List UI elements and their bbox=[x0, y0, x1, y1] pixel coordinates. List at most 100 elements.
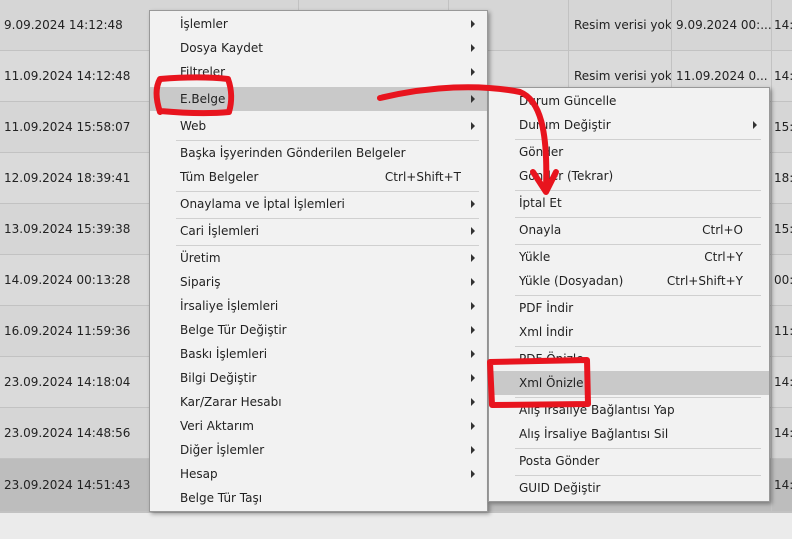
menu-item-label: Belge Tür Değiştir bbox=[180, 323, 287, 337]
time-cell: 14: bbox=[771, 357, 792, 407]
menu-item-e-belge[interactable]: E.Belge bbox=[150, 87, 487, 111]
submenu-item-gonder-tekrar[interactable]: Gönder (Tekrar) bbox=[489, 164, 769, 188]
menu-item-label: Sipariş bbox=[180, 275, 221, 289]
menu-item-label: Belge Tür Taşı bbox=[180, 491, 263, 505]
chevron-right-icon bbox=[471, 326, 475, 334]
time-cell: 14: bbox=[771, 0, 792, 50]
submenu-item-gonder[interactable]: Gönder bbox=[489, 140, 769, 164]
shortcut-text: Ctrl+O bbox=[702, 223, 743, 237]
e-belge-submenu: Durum Güncelle Durum Değiştir Gönder Gön… bbox=[488, 87, 770, 502]
chevron-right-icon bbox=[471, 95, 475, 103]
menu-item-belge-tur-tasi[interactable]: Belge Tür Taşı bbox=[150, 486, 487, 510]
shortcut-text: Ctrl+Shift+Y bbox=[666, 274, 743, 288]
chevron-right-icon bbox=[471, 68, 475, 76]
submenu-item-durum-degistir[interactable]: Durum Değiştir bbox=[489, 113, 769, 137]
menu-item-baski-islemleri[interactable]: Baskı İşlemleri bbox=[150, 342, 487, 366]
menu-item-label: Xml Önizle bbox=[519, 376, 584, 390]
menu-item-cari-islemleri[interactable]: Cari İşlemleri bbox=[150, 219, 487, 243]
grid-footer bbox=[0, 512, 792, 539]
submenu-item-alis-irsaliye-yap[interactable]: Alış İrsaliye Bağlantısı Yap bbox=[489, 398, 769, 422]
menu-item-baska-isyeri[interactable]: Başka İşyerinden Gönderilen Belgeler bbox=[150, 141, 487, 165]
menu-item-label: Diğer İşlemler bbox=[180, 443, 265, 457]
menu-item-veri-aktarim[interactable]: Veri Aktarım bbox=[150, 414, 487, 438]
menu-item-onaylama-iptal[interactable]: Onaylama ve İptal İşlemleri bbox=[150, 192, 487, 216]
submenu-item-pdf-onizle[interactable]: PDF Önizle bbox=[489, 347, 769, 371]
date2-cell: 9.09.2024 00:... bbox=[671, 0, 771, 50]
chevron-right-icon bbox=[471, 350, 475, 358]
chevron-right-icon bbox=[471, 374, 475, 382]
context-menu: İşlemler Dosya Kaydet Filtreler E.Belge … bbox=[149, 10, 488, 512]
chevron-right-icon bbox=[753, 121, 757, 129]
date-cell: 12.09.2024 18:39:41 bbox=[4, 171, 131, 185]
menu-item-label: Xml İndir bbox=[519, 325, 574, 339]
date-cell: 23.09.2024 14:48:56 bbox=[4, 426, 131, 440]
menu-item-label: Dosya Kaydet bbox=[180, 41, 263, 55]
menu-item-belge-tur-degistir[interactable]: Belge Tür Değiştir bbox=[150, 318, 487, 342]
chevron-right-icon bbox=[471, 254, 475, 262]
menu-item-uretim[interactable]: Üretim bbox=[150, 246, 487, 270]
menu-item-label: İptal Et bbox=[519, 196, 562, 210]
menu-item-islemler[interactable]: İşlemler bbox=[150, 12, 487, 36]
submenu-item-pdf-indir[interactable]: PDF İndir bbox=[489, 296, 769, 320]
menu-item-label: Web bbox=[180, 119, 207, 133]
menu-item-bilgi-degistir[interactable]: Bilgi Değiştir bbox=[150, 366, 487, 390]
submenu-item-guid-degistir[interactable]: GUID Değiştir bbox=[489, 476, 769, 500]
menu-item-tum-belgeler[interactable]: Tüm Belgeler Ctrl+Shift+T bbox=[150, 165, 487, 189]
time-cell: 00: bbox=[771, 255, 792, 305]
menu-item-label: Yükle bbox=[519, 250, 551, 264]
menu-item-kar-zarar[interactable]: Kar/Zarar Hesabı bbox=[150, 390, 487, 414]
menu-item-label: PDF İndir bbox=[519, 301, 574, 315]
menu-item-irsaliye-islemleri[interactable]: İrsaliye İşlemleri bbox=[150, 294, 487, 318]
time-cell: 14: bbox=[771, 51, 792, 101]
submenu-item-xml-onizle[interactable]: Xml Önizle bbox=[489, 371, 769, 395]
date-cell: 16.09.2024 11:59:36 bbox=[4, 324, 131, 338]
chevron-right-icon bbox=[471, 398, 475, 406]
menu-item-label: Filtreler bbox=[180, 65, 226, 79]
submenu-item-durum-guncelle[interactable]: Durum Güncelle bbox=[489, 89, 769, 113]
menu-item-label: Gönder bbox=[519, 145, 564, 159]
chevron-right-icon bbox=[471, 20, 475, 28]
menu-item-label: İşlemler bbox=[180, 17, 228, 31]
menu-item-filtreler[interactable]: Filtreler bbox=[150, 60, 487, 84]
chevron-right-icon bbox=[471, 122, 475, 130]
menu-item-label: Alış İrsaliye Bağlantısı Sil bbox=[519, 427, 669, 441]
submenu-item-xml-indir[interactable]: Xml İndir bbox=[489, 320, 769, 344]
menu-item-label: Cari İşlemleri bbox=[180, 224, 259, 238]
menu-item-hesap[interactable]: Hesap bbox=[150, 462, 487, 486]
menu-item-label: E.Belge bbox=[180, 92, 226, 106]
menu-item-label: Tüm Belgeler bbox=[180, 170, 259, 184]
menu-item-label: Başka İşyerinden Gönderilen Belgeler bbox=[180, 146, 406, 160]
submenu-item-iptal-et[interactable]: İptal Et bbox=[489, 191, 769, 215]
submenu-item-onayla[interactable]: Onayla Ctrl+O bbox=[489, 218, 769, 242]
image-cell: Resim verisi yok bbox=[568, 0, 671, 50]
menu-item-label: PDF Önizle bbox=[519, 352, 584, 366]
menu-item-diger-islemler[interactable]: Diğer İşlemler bbox=[150, 438, 487, 462]
menu-item-web[interactable]: Web bbox=[150, 114, 487, 138]
shortcut-text: Ctrl+Shift+T bbox=[384, 170, 461, 184]
chevron-right-icon bbox=[471, 278, 475, 286]
menu-item-dosya-kaydet[interactable]: Dosya Kaydet bbox=[150, 36, 487, 60]
time-cell: 18: bbox=[771, 153, 792, 203]
submenu-item-posta-gonder[interactable]: Posta Gönder bbox=[489, 449, 769, 473]
submenu-item-yukle[interactable]: Yükle Ctrl+Y bbox=[489, 245, 769, 269]
menu-item-label: Onayla bbox=[519, 223, 562, 237]
menu-item-siparis[interactable]: Sipariş bbox=[150, 270, 487, 294]
time-cell: 14: bbox=[771, 459, 792, 511]
submenu-item-alis-irsaliye-sil[interactable]: Alış İrsaliye Bağlantısı Sil bbox=[489, 422, 769, 446]
menu-item-label: Yükle (Dosyadan) bbox=[519, 274, 624, 288]
menu-item-label: Alış İrsaliye Bağlantısı Yap bbox=[519, 403, 675, 417]
date-cell: 23.09.2024 14:51:43 bbox=[4, 478, 131, 492]
chevron-right-icon bbox=[471, 200, 475, 208]
menu-item-label: Durum Güncelle bbox=[519, 94, 617, 108]
chevron-right-icon bbox=[471, 302, 475, 310]
date-cell: 11.09.2024 15:58:07 bbox=[4, 120, 131, 134]
menu-item-label: Gönder (Tekrar) bbox=[519, 169, 614, 183]
menu-item-label: Veri Aktarım bbox=[180, 419, 254, 433]
menu-item-label: Onaylama ve İptal İşlemleri bbox=[180, 197, 345, 211]
chevron-right-icon bbox=[471, 44, 475, 52]
menu-item-label: Üretim bbox=[180, 251, 221, 265]
time-cell: 15: bbox=[771, 204, 792, 254]
submenu-item-yukle-dosyadan[interactable]: Yükle (Dosyadan) Ctrl+Shift+Y bbox=[489, 269, 769, 293]
chevron-right-icon bbox=[471, 422, 475, 430]
date-cell: 9.09.2024 14:12:48 bbox=[4, 18, 123, 32]
